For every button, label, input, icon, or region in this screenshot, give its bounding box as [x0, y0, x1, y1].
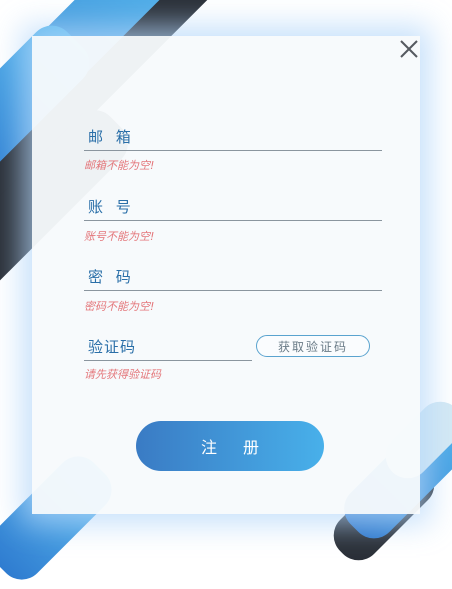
password-label: 密 码 — [88, 268, 135, 286]
account-label: 账 号 — [88, 198, 135, 216]
email-error: 邮箱不能为空! — [84, 159, 155, 172]
account-underline — [84, 220, 382, 221]
email-underline — [84, 150, 382, 151]
account-error: 账号不能为空! — [84, 230, 155, 243]
register-button[interactable]: 注册 — [136, 421, 324, 471]
password-underline — [84, 290, 382, 291]
verification-code-underline — [84, 360, 252, 361]
password-field[interactable]: 密 码 — [84, 266, 382, 292]
email-label: 邮 箱 — [88, 128, 135, 146]
account-field[interactable]: 账 号 — [84, 196, 382, 222]
register-button-label: 注册 — [200, 438, 285, 457]
verification-code-label: 验证码 — [88, 338, 137, 356]
verification-code-field[interactable]: 验证码 — [84, 336, 252, 362]
password-error: 密码不能为空! — [84, 300, 155, 313]
get-code-button[interactable]: 获取验证码 — [256, 335, 370, 357]
close-icon[interactable] — [396, 36, 422, 62]
verification-code-error: 请先获得验证码 — [84, 368, 161, 381]
email-field[interactable]: 邮 箱 — [84, 126, 382, 152]
